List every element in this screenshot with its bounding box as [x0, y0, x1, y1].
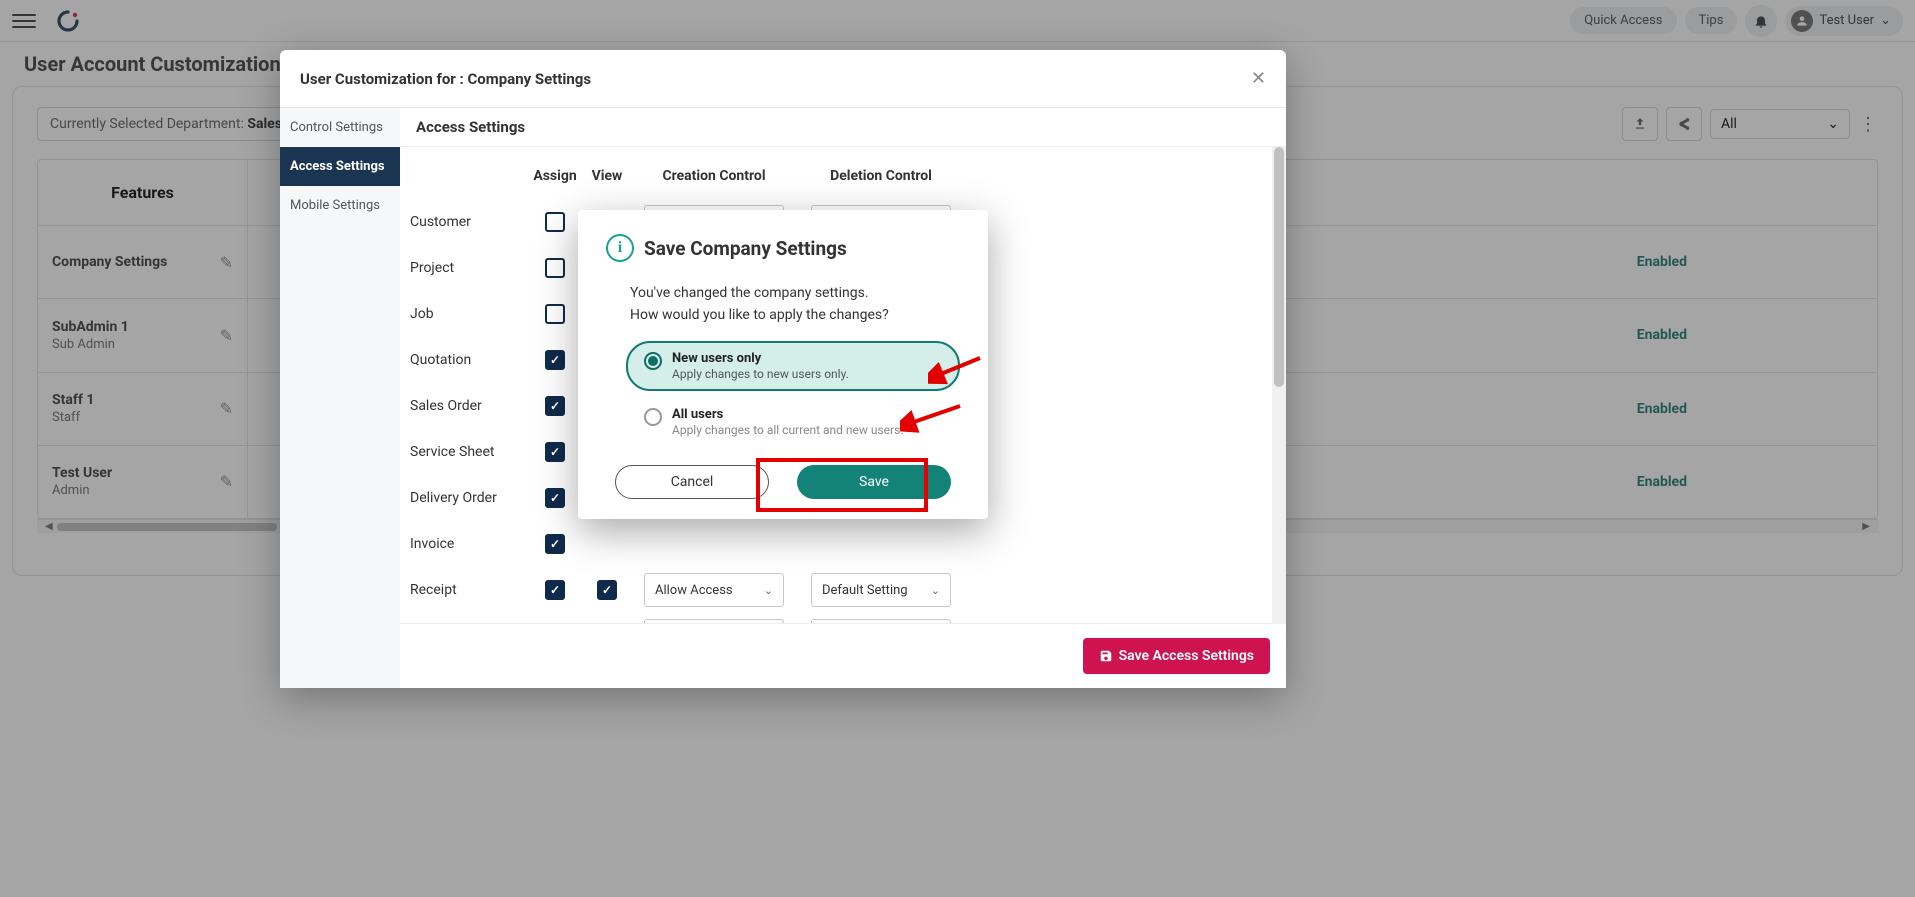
row-label: Project: [408, 260, 528, 276]
content-header: Access Settings: [400, 108, 1286, 147]
assign-checkbox[interactable]: [545, 350, 565, 370]
access-row: Invoice: [408, 521, 1286, 567]
assign-checkbox[interactable]: [545, 580, 565, 600]
row-label: Service Sheet: [408, 444, 528, 460]
assign-checkbox[interactable]: [545, 442, 565, 462]
tab-control-settings[interactable]: Control Settings: [280, 108, 400, 147]
row-label: Job: [408, 306, 528, 322]
view-checkbox[interactable]: [597, 580, 617, 600]
save-icon: [1099, 649, 1113, 663]
option-new-users[interactable]: New users only Apply changes to new user…: [626, 341, 960, 391]
row-label: Delivery Order: [408, 490, 528, 506]
assign-checkbox[interactable]: [545, 212, 565, 232]
modal-sidebar: Control Settings Access Settings Mobile …: [280, 108, 400, 688]
assign-checkbox[interactable]: [545, 304, 565, 324]
save-access-settings-button[interactable]: Save Access Settings: [1083, 638, 1270, 674]
creation-control-select[interactable]: Allow Access⌄: [644, 619, 784, 623]
assign-checkbox[interactable]: [545, 396, 565, 416]
deletion-control-select[interactable]: Default Setting⌄: [811, 619, 951, 623]
modal-title: User Customization for : Company Setting…: [300, 70, 591, 88]
access-row: Template 7Allow Access⌄Default Setting⌄: [408, 613, 1286, 623]
assign-checkbox[interactable]: [545, 534, 565, 554]
row-label: Customer: [408, 214, 528, 230]
assign-checkbox[interactable]: [545, 258, 565, 278]
close-icon[interactable]: ✕: [1251, 68, 1266, 89]
info-icon: i: [606, 234, 634, 262]
cancel-button[interactable]: Cancel: [615, 465, 769, 499]
save-button[interactable]: Save: [797, 465, 951, 499]
creation-control-select[interactable]: Allow Access⌄: [644, 573, 784, 607]
deletion-control-select[interactable]: Default Setting⌄: [811, 573, 951, 607]
assign-checkbox[interactable]: [545, 488, 565, 508]
row-label: Sales Order: [408, 398, 528, 414]
row-label: Quotation: [408, 352, 528, 368]
option-all-users[interactable]: All users Apply changes to all current a…: [626, 397, 960, 447]
access-row: Receipt Allow Access⌄ Default Setting⌄: [408, 567, 1286, 613]
vertical-scrollbar[interactable]: [1272, 147, 1286, 623]
row-label: Invoice: [408, 536, 528, 552]
tab-access-settings[interactable]: Access Settings: [280, 147, 400, 186]
confirm-title: Save Company Settings: [644, 237, 847, 260]
radio-icon: [644, 352, 662, 370]
save-confirm-modal: i Save Company Settings You've changed t…: [578, 210, 988, 519]
tab-mobile-settings[interactable]: Mobile Settings: [280, 186, 400, 225]
radio-icon: [644, 408, 662, 426]
row-label: Receipt: [408, 582, 528, 598]
